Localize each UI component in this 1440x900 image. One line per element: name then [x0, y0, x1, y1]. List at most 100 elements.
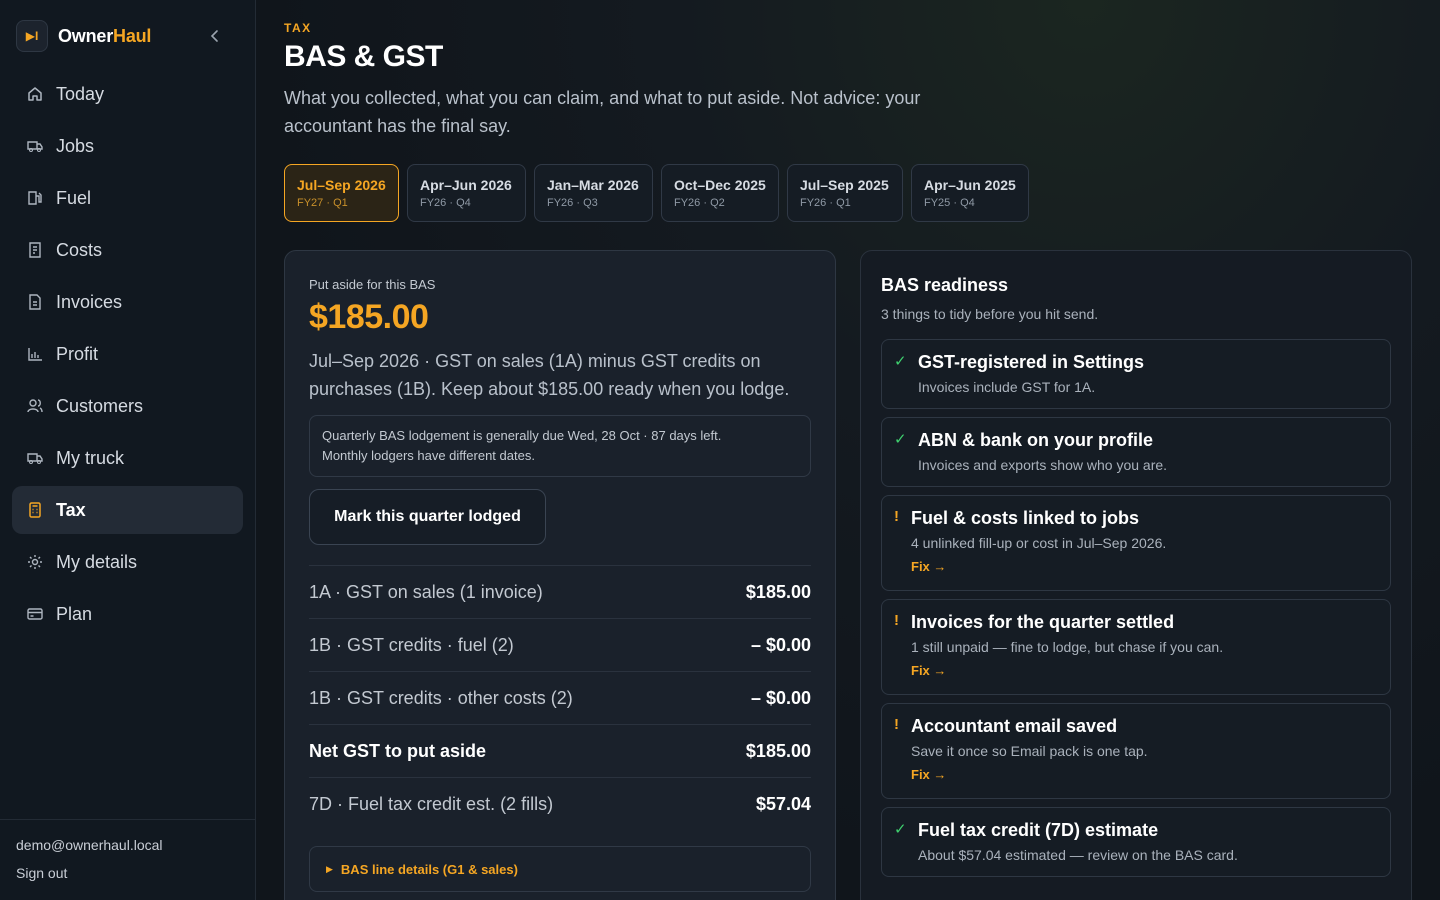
bas-lines: 1A · GST on sales (1 invoice) $185.00 1B… — [309, 565, 811, 830]
nav-item-costs[interactable]: Costs — [12, 226, 243, 274]
brand-name: OwnerHaul — [58, 26, 151, 47]
brand-name-part1: Owner — [58, 25, 114, 46]
user-email: demo@ownerhaul.local — [16, 837, 163, 853]
nav-item-jobs[interactable]: Jobs — [12, 122, 243, 170]
readiness-checklist: ✓ GST-registered in Settings Invoices in… — [881, 339, 1391, 877]
page-subtitle: What you collected, what you can claim, … — [284, 88, 921, 136]
check-title: Accountant email saved — [911, 716, 1118, 736]
readiness-title: BAS readiness — [881, 275, 1009, 295]
line-label: Net GST to put aside — [309, 740, 487, 761]
bas-line-1a: 1A · GST on sales (1 invoice) $185.00 — [309, 565, 811, 618]
document-icon — [26, 293, 44, 311]
check-title: Fuel tax credit (7D) estimate — [918, 820, 1159, 840]
bas-summary-card: Put aside for this BAS $185.00 Jul–Sep 2… — [284, 250, 836, 900]
line-value: – $0.00 — [750, 634, 811, 655]
bas-line-1b-fuel: 1B · GST credits · fuel (2) – $0.00 — [309, 618, 811, 671]
nav-item-label: Jobs — [56, 135, 95, 156]
bas-amount: $185.00 — [309, 298, 429, 336]
period-label: Jul–Sep 2025 — [800, 177, 889, 193]
readiness-subtitle: 3 things to tidy before you hit send. — [881, 306, 1099, 322]
bas-description: Jul–Sep 2026 · GST on sales (1A) minus G… — [309, 351, 790, 399]
period-label: Jan–Mar 2026 — [547, 177, 639, 193]
warning-icon: ! — [894, 716, 899, 733]
check-desc: Invoices include GST for 1A. — [918, 379, 1096, 395]
triangle-right-icon: ▶ — [326, 863, 333, 874]
bas-details-toggle[interactable]: ▶ BAS line details (G1 & sales) — [309, 846, 811, 892]
nav-item-label: Tax — [56, 499, 86, 520]
credit-card-icon — [26, 605, 44, 623]
period-sub: FY26 · Q3 — [547, 197, 598, 209]
line-label: 1B · GST credits · fuel (2) — [309, 634, 514, 655]
main-nav: Today Jobs Fuel Costs Invoices Profit Cu… — [12, 70, 243, 642]
check-title: ABN & bank on your profile — [918, 430, 1154, 450]
nav-item-today[interactable]: Today — [12, 70, 243, 118]
chevron-left-icon — [210, 30, 218, 42]
check-icon: ✓ — [894, 821, 907, 838]
checklist-item: ! Invoices for the quarter settled 1 sti… — [881, 599, 1391, 695]
period-label: Oct–Dec 2025 — [674, 177, 766, 193]
nav-item-profit[interactable]: Profit — [12, 330, 243, 378]
nav-item-label: Costs — [56, 239, 103, 260]
brand[interactable]: ▶I OwnerHaul — [16, 19, 240, 53]
bas-line-7d: 7D · Fuel tax credit est. (2 fills) $57.… — [309, 777, 811, 830]
checklist-item: ✓ GST-registered in Settings Invoices in… — [881, 339, 1391, 409]
receipt-icon — [26, 241, 44, 259]
check-desc: 4 unlinked fill-up or cost in Jul–Sep 20… — [911, 535, 1167, 551]
due-line-1: Quarterly BAS lodgement is generally due… — [322, 428, 722, 443]
line-value: $57.04 — [755, 793, 811, 814]
checklist-item: ! Fuel & costs linked to jobs 4 unlinked… — [881, 495, 1391, 591]
fix-link[interactable]: Fix → — [911, 559, 946, 574]
brand-name-part2: Haul — [113, 25, 152, 46]
period-tab[interactable]: Apr–Jun 2026 FY26 · Q4 — [407, 164, 526, 222]
line-label: 1B · GST credits · other costs (2) — [309, 687, 573, 708]
nav-item-invoices[interactable]: Invoices — [12, 278, 243, 326]
line-value: $185.00 — [745, 740, 811, 761]
mark-lodged-button[interactable]: Mark this quarter lodged — [309, 489, 546, 545]
nav-item-label: Plan — [56, 603, 93, 624]
nav-item-label: Profit — [56, 343, 99, 364]
nav-item-fuel[interactable]: Fuel — [12, 174, 243, 222]
collapse-sidebar-button[interactable] — [204, 25, 226, 47]
period-tab[interactable]: Oct–Dec 2025 FY26 · Q2 — [661, 164, 779, 222]
check-desc: 1 still unpaid — fine to lodge, but chas… — [911, 639, 1224, 655]
checklist-item: ✓ Fuel tax credit (7D) estimate About $5… — [881, 807, 1391, 877]
nav-item-my-truck[interactable]: My truck — [12, 434, 243, 482]
details-toggle-label: BAS line details (G1 & sales) — [340, 861, 518, 877]
period-tab[interactable]: Jan–Mar 2026 FY26 · Q3 — [534, 164, 653, 222]
check-icon: ✓ — [894, 353, 907, 370]
bas-readiness-card: BAS readiness 3 things to tidy before yo… — [860, 250, 1412, 900]
nav-item-customers[interactable]: Customers — [12, 382, 243, 430]
page-eyebrow: TAX — [284, 21, 312, 35]
nav-item-label: My details — [56, 551, 138, 572]
nav-item-tax[interactable]: Tax — [12, 486, 243, 534]
period-sub: FY27 · Q1 — [297, 197, 348, 209]
period-tab[interactable]: Apr–Jun 2025 FY25 · Q4 — [911, 164, 1029, 222]
period-sub: FY26 · Q2 — [674, 197, 725, 209]
gear-icon — [26, 553, 44, 571]
period-tab[interactable]: Jul–Sep 2025 FY26 · Q1 — [787, 164, 903, 222]
main-content: TAX BAS & GST What you collected, what y… — [256, 0, 1440, 900]
home-icon — [26, 85, 44, 103]
period-tab[interactable]: Jul–Sep 2026 FY27 · Q1 — [284, 164, 399, 222]
nav-item-label: Invoices — [56, 291, 123, 312]
truck-icon — [26, 137, 44, 155]
nav-item-plan[interactable]: Plan — [12, 590, 243, 638]
line-value: – $0.00 — [750, 687, 811, 708]
fix-link[interactable]: Fix → — [911, 663, 946, 678]
users-icon — [26, 397, 44, 415]
nav-item-my-details[interactable]: My details — [12, 538, 243, 586]
due-date-note: Quarterly BAS lodgement is generally due… — [309, 415, 811, 477]
bar-chart-icon — [26, 345, 44, 363]
check-icon: ✓ — [894, 431, 907, 448]
page-title: BAS & GST — [284, 40, 443, 73]
check-title: GST-registered in Settings — [918, 352, 1145, 372]
checklist-item: ! Accountant email saved Save it once so… — [881, 703, 1391, 799]
check-desc: Save it once so Email pack is one tap. — [911, 743, 1148, 759]
period-sub: FY25 · Q4 — [924, 197, 975, 209]
sign-out-link[interactable]: Sign out — [16, 865, 239, 881]
period-label: Jul–Sep 2026 — [297, 177, 386, 193]
check-title: Fuel & costs linked to jobs — [911, 508, 1140, 528]
warning-icon: ! — [894, 612, 899, 629]
fix-link[interactable]: Fix → — [911, 767, 946, 782]
brand-logo: ▶I — [16, 20, 48, 52]
